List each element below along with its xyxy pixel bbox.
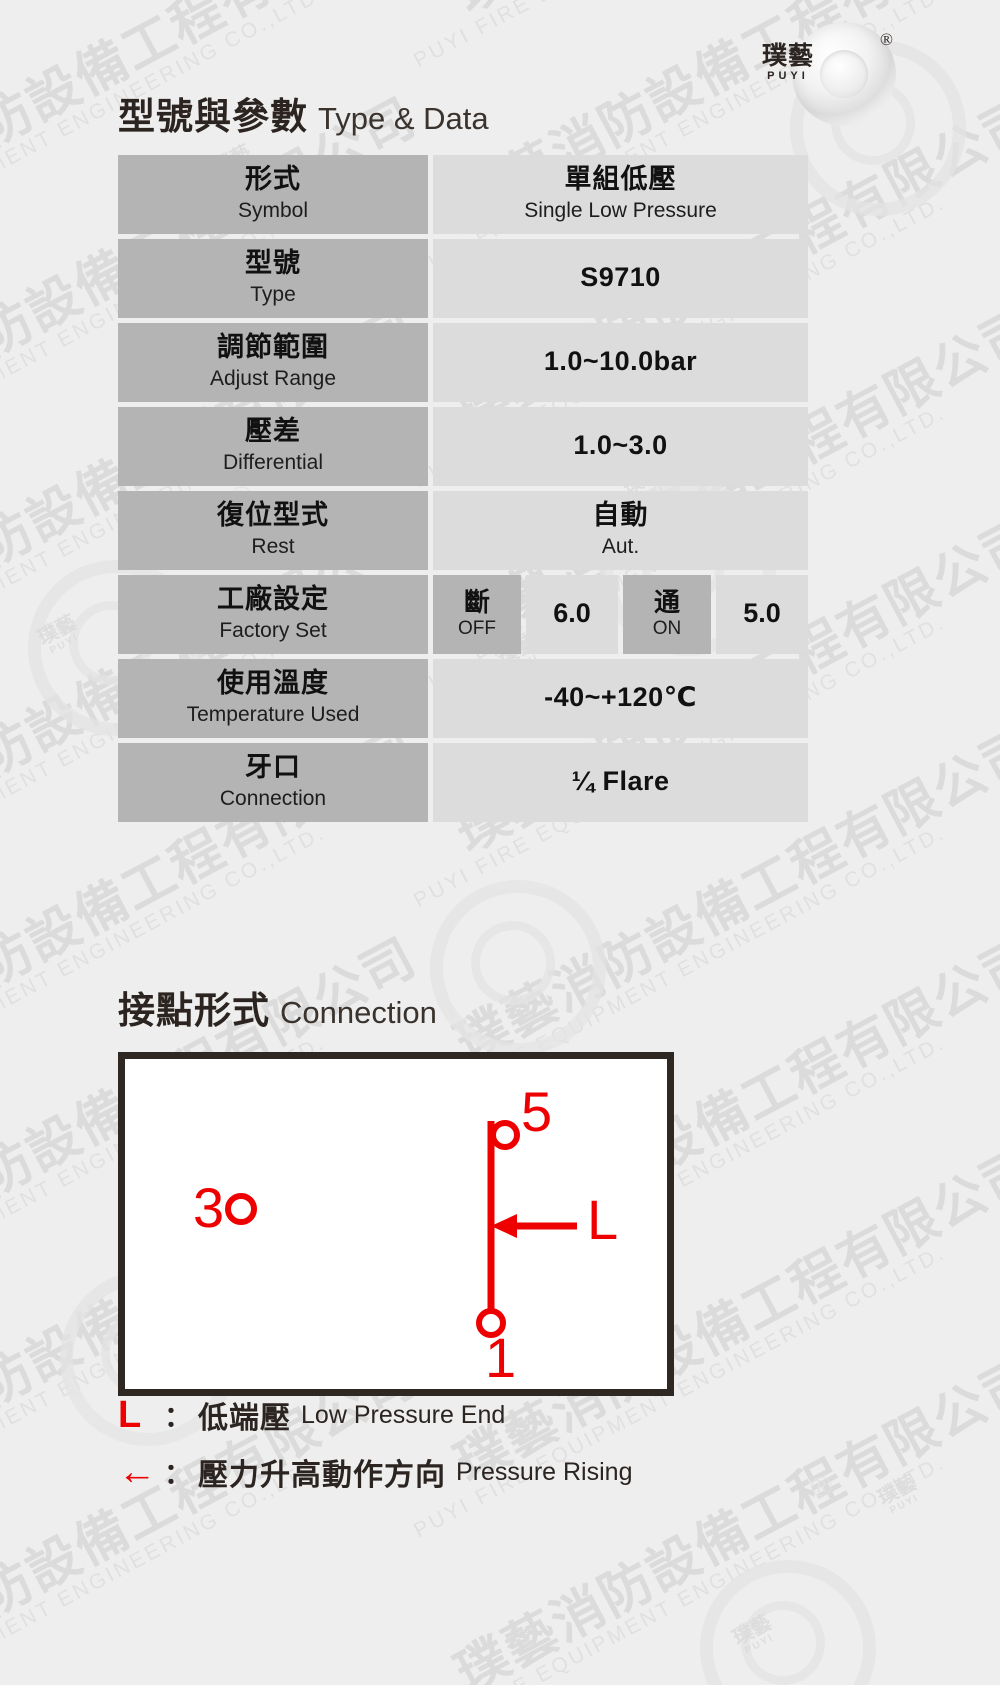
row-label-rest: 復位型式 Rest [118,491,428,571]
row-label-temperature-used: 使用溫度 Temperature Used [118,659,428,739]
row-value-type: S9710 [433,239,808,319]
table-row: 調節範圍 Adjust Range 1.0~10.0bar [118,323,808,403]
logo-wordmark: 璞藝 PUYI [762,44,814,82]
label-en: Rest [251,535,295,559]
row-value-differential: 1.0~3.0 [433,407,808,487]
brand-logo: 璞藝 PUYI ® [756,8,906,128]
value-text: 1.0~10.0bar [543,346,698,377]
table-row: 復位型式 Rest 自動 Aut. [118,491,808,571]
spec-table: 形式 Symbol 單組低壓 Single Low Pressure 型號 Ty… [118,155,808,823]
logo-name-en: PUYI [767,70,809,82]
legend-separator: ： [164,1401,193,1432]
table-row: 工廠設定 Factory Set 斷 OFF 6.0 通 ON 5.0 [118,575,808,655]
connection-heading-cn: 接點形式 [118,990,270,1031]
connection-section-heading: 接點形式 Connection [118,980,437,1034]
value-en: Aut. [601,535,640,559]
pressure-arrow-head-icon [491,1214,517,1238]
logo-name-cn: 璞藝 [762,42,815,70]
connection-diagram-svg: 3 5 1 L [193,1080,618,1389]
row-value-adjust-range: 1.0~10.0bar [433,323,808,403]
terminal-3-node-icon [225,1193,257,1225]
row-label-type: 型號 Type [118,239,428,319]
legend-text-cn: 壓力升高動作方向 [198,1459,447,1492]
value-text: -40~+120℃ [544,682,697,713]
terminal-1-label: 1 [485,1326,516,1389]
value-text: 6.0 [553,598,591,629]
legend-arrow-icon: ← [118,1451,156,1493]
legend-text-en: Low Pressure End [301,1400,506,1429]
label-cn: 復位型式 [217,500,329,531]
registered-trademark-icon: ® [880,30,893,49]
label-cn: 使用溫度 [217,668,329,699]
value-text: 1.0~3.0 [573,430,668,461]
low-pressure-end-label: L [587,1188,618,1251]
value-text: 5.0 [743,598,781,629]
connection-heading-en: Connection [280,995,437,1030]
legend-separator: ： [164,1458,193,1489]
value-text: ¼ Flare [571,766,670,797]
factory-set-off-state: 斷 OFF [433,575,521,655]
row-label-adjust-range: 調節範圍 Adjust Range [118,323,428,403]
spec-heading-en: Type & Data [318,101,489,136]
label-cn: 工廠設定 [217,584,329,615]
value-en: Single Low Pressure [524,198,717,222]
table-row: 牙口 Connection ¼ Flare [118,743,808,823]
row-label-factory-set: 工廠設定 Factory Set [118,575,428,655]
value-cn: 單組低壓 [564,164,677,194]
legend-symbol-L: L [118,1394,142,1436]
row-value-connection: ¼ Flare [433,743,808,823]
label-en: Factory Set [219,619,327,643]
label-en: Symbol [237,198,309,222]
row-value-symbol: 單組低壓 Single Low Pressure [433,155,808,235]
table-row: 壓差 Differential 1.0~3.0 [118,407,808,487]
legend-item-low-pressure-end: L ： 低端壓 Low Pressure End [118,1393,505,1437]
terminal-3-label: 3 [193,1176,224,1239]
terminal-5-label: 5 [521,1080,552,1143]
state-en: OFF [458,617,496,639]
value-cn: 自動 [592,500,649,531]
spec-section-heading: 型號與參數 Type & Data [118,86,489,140]
label-en: Temperature Used [186,703,360,727]
terminal-5-node-icon [490,1120,520,1150]
factory-set-values: 斷 OFF 6.0 通 ON 5.0 [433,575,808,655]
label-en: Connection [219,787,327,811]
row-value-temperature-used: -40~+120℃ [433,659,808,739]
state-en: ON [652,617,682,639]
spec-heading-cn: 型號與參數 [118,96,308,137]
value-text: S9710 [580,262,661,293]
label-cn: 形式 [245,164,301,194]
state-cn: 斷 [463,587,490,618]
row-label-connection: 牙口 Connection [118,743,428,823]
label-en: Type [250,282,296,306]
connection-diagram: 3 5 1 L [118,1052,674,1396]
factory-set-off-value: 6.0 [526,575,618,655]
row-label-differential: 壓差 Differential [118,407,428,487]
table-row: 型號 Type S9710 [118,239,808,319]
table-row: 形式 Symbol 單組低壓 Single Low Pressure [118,155,808,235]
legend-item-pressure-rising: ← ： 壓力升高動作方向 Pressure Rising [118,1450,632,1494]
label-cn: 型號 [245,248,301,279]
label-en: Differential [223,451,323,474]
state-cn: 通 [653,587,680,618]
factory-set-on-value: 5.0 [716,575,808,655]
label-en: Adjust Range [209,366,337,390]
label-cn: 壓差 [245,416,301,447]
legend-text-cn: 低端壓 [198,1402,292,1435]
label-cn: 調節範圍 [217,332,329,363]
row-value-rest: 自動 Aut. [433,491,808,571]
row-label-symbol: 形式 Symbol [118,155,428,235]
label-cn: 牙口 [245,752,301,783]
table-row: 使用溫度 Temperature Used -40~+120℃ [118,659,808,739]
legend-text-en: Pressure Rising [456,1457,633,1486]
factory-set-on-state: 通 ON [623,575,711,655]
